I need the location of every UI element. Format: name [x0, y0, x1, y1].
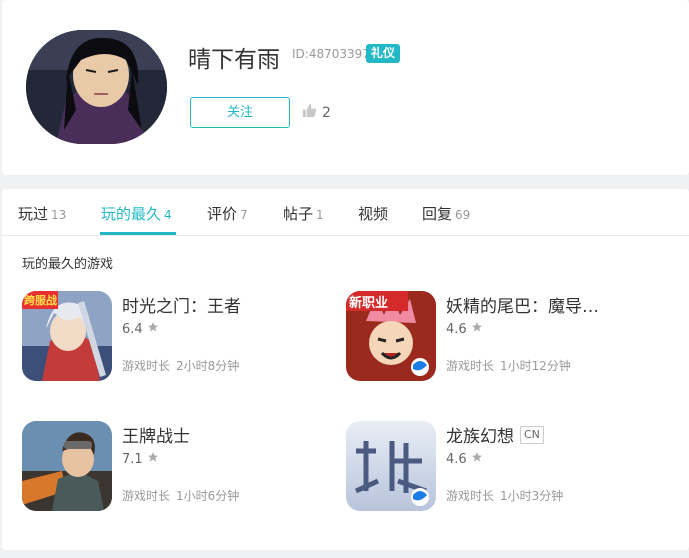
tab-label: 帖子: [283, 205, 314, 223]
game-title: 王牌战士: [122, 427, 190, 447]
game-rating: 7.1: [122, 451, 159, 467]
tab-longest-played[interactable]: 玩的最久 4: [101, 203, 172, 224]
icon-badge: 新职业: [349, 296, 389, 311]
tab-label: 视频: [358, 205, 389, 223]
game-rating: 6.4: [122, 321, 159, 337]
game-item[interactable]: 王牌战士 7.1 游戏时长 1小时6分钟: [22, 421, 322, 511]
game-playtime: 游戏时长 1小时12分钟: [446, 357, 571, 374]
game-playtime: 游戏时长 2小时8分钟: [122, 357, 239, 374]
avatar[interactable]: [26, 30, 167, 144]
game-playtime: 游戏时长 1小时6分钟: [122, 487, 239, 504]
game-item[interactable]: 新职业 妖精的尾巴：魔导… 4.6 游戏时长 1小时12分钟: [346, 291, 676, 381]
playtime-label: 游戏时长: [122, 359, 171, 373]
active-tab-indicator: [100, 232, 176, 235]
tab-played[interactable]: 玩过 13: [18, 203, 66, 224]
user-id: ID:48703397: [292, 47, 370, 61]
star-icon: [471, 321, 483, 337]
playtime-value: 2小时8分钟: [176, 359, 240, 373]
tab-bar: 玩过 13 玩的最久 4 评价 7 帖子 1 视频 回复 69: [2, 189, 689, 236]
rating-value: 4.6: [446, 321, 467, 337]
username: 晴下有雨: [188, 47, 280, 73]
game-item[interactable]: 跨服战 时光之门：王者 6.4 游戏时长 2小时8分钟: [22, 291, 322, 381]
playtime-label: 游戏时长: [122, 489, 171, 503]
rating-value: 7.1: [122, 451, 143, 467]
region-tag: CN: [520, 425, 544, 444]
tab-label: 评价: [207, 205, 238, 223]
tab-label: 玩过: [18, 205, 49, 223]
game-name[interactable]: 龙族幻想 CN: [446, 422, 544, 447]
star-icon: [147, 451, 159, 467]
rating-value: 4.6: [446, 451, 467, 467]
game-playtime: 游戏时长 1小时3分钟: [446, 487, 563, 504]
tab-count: 13: [51, 208, 67, 222]
tab-count: 7: [240, 208, 248, 222]
game-name[interactable]: 王牌战士: [122, 422, 190, 447]
game-icon[interactable]: 跨服战: [22, 291, 112, 381]
section-title: 玩的最久的游戏: [22, 257, 114, 272]
tab-videos[interactable]: 视频: [358, 203, 388, 224]
tab-reviews[interactable]: 评价 7: [207, 203, 248, 224]
playtime-value: 1小时6分钟: [176, 489, 240, 503]
star-icon: [147, 321, 159, 337]
tab-label: 回复: [422, 205, 453, 223]
playtime-value: 1小时3分钟: [500, 489, 564, 503]
tab-replies[interactable]: 回复 69: [422, 203, 470, 224]
likes-count: 2: [322, 104, 331, 121]
game-rating: 4.6: [446, 321, 483, 337]
icon-badge: 跨服战: [24, 294, 57, 307]
game-title: 妖精的尾巴：魔导…: [446, 297, 599, 317]
main-card: 玩过13 玩的最久4 评价7 帖子1 视频 回复69 玩的最久的游戏: [2, 189, 689, 550]
playtime-value: 1小时12分钟: [500, 359, 571, 373]
tab-count: 69: [455, 208, 471, 222]
likes[interactable]: 2: [302, 103, 331, 122]
game-title: 龙族幻想: [446, 427, 514, 447]
follow-button[interactable]: 关注: [190, 97, 290, 128]
game-icon[interactable]: 新职业: [346, 291, 436, 381]
tab-count: 4: [164, 208, 172, 222]
game-name[interactable]: 时光之门：王者: [122, 292, 241, 317]
game-rating: 4.6: [446, 451, 483, 467]
status-badge: 礼仪: [366, 44, 401, 63]
playtime-label: 游戏时长: [446, 359, 495, 373]
game-icon[interactable]: [22, 421, 112, 511]
game-title: 时光之门：王者: [122, 297, 241, 317]
thumbs-up-icon: [302, 103, 317, 122]
tab-posts[interactable]: 帖子 1: [283, 203, 324, 224]
game-name[interactable]: 妖精的尾巴：魔导…: [446, 292, 599, 317]
game-item[interactable]: 龙族幻想 CN 4.6 游戏时长 1小时3分钟: [346, 421, 676, 511]
tab-label: 玩的最久: [101, 205, 162, 223]
game-icon[interactable]: [346, 421, 436, 511]
playtime-label: 游戏时长: [446, 489, 495, 503]
star-icon: [471, 451, 483, 467]
rating-value: 6.4: [122, 321, 143, 337]
profile-card: 晴下有雨 ID:48703397 礼仪 关注 2: [2, 0, 689, 175]
tab-count: 1: [316, 208, 324, 222]
